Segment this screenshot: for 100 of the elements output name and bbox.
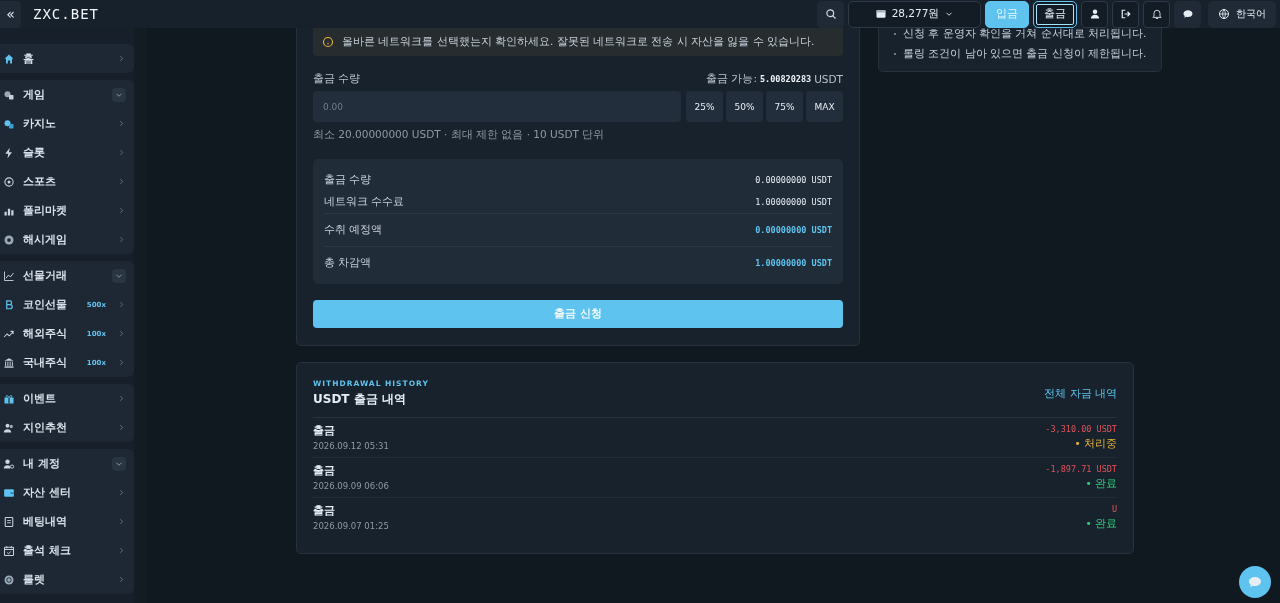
chat-bubble-icon [1247,574,1263,590]
logout-button[interactable] [1112,0,1139,28]
chat-bubble-icon [1181,8,1194,20]
notice-text: 신청 후 운영자 확인을 거쳐 순서대로 처리됩니다. [903,26,1147,41]
warning-text: 올바른 네트워크를 선택했는지 확인하세요. 잘못된 네트워크로 전송 시 자산을 잃을 수 있습니다. [342,35,815,49]
summary-value: 1.00000000 USDT [755,258,832,268]
withdraw-button[interactable]: 출금 [1033,0,1077,28]
history-status: • 처리중 [1073,437,1117,451]
chevron-right-icon [117,148,126,157]
chevron-right-icon [117,575,126,584]
field-label: 출금 수량 [313,72,361,86]
summary-value: 1.00000000 USDT [755,197,832,207]
logout-icon [1119,8,1132,20]
limit-hint: 최소 20.00000000 USDT · 최대 제한 없음 · 10 USDT 단위 [313,128,606,142]
summary-label: 총 차감액 [324,256,372,270]
summary-value: 0.00000000 USDT [755,225,832,235]
summary-label: 출금 수량 [324,173,372,187]
sidebar-item[interactable]: 출석 체크 [0,536,134,565]
calendar-check-icon [3,544,15,557]
chat-fab-button[interactable] [1239,566,1271,598]
sidebar-item[interactable]: 폴리마켓 [0,196,134,225]
history-amount: -1,897.71 USDT [1045,464,1117,474]
history-date: 2026.09.12 05:31 [313,441,389,451]
balance-dropdown[interactable]: 28,277원 [848,0,981,28]
sidebar-item[interactable]: 스포츠 [0,167,134,196]
chevron-right-icon [117,300,126,309]
sidebar-item[interactable]: 베팅내역 [0,507,134,536]
sidebar-section[interactable]: 선물거래 [0,261,134,290]
summary-label: 네트워크 수수료 [324,195,405,209]
chevron-right-icon [117,488,126,497]
document-icon [3,515,15,528]
chevron-right-icon [117,119,126,128]
site-logo[interactable]: ZXC.BET [33,6,99,22]
sidebar-item[interactable]: 자산 센터 [0,478,134,507]
chevron-right-icon [117,517,126,526]
collapse-button[interactable]: « [0,0,21,28]
all-history-link[interactable]: 전체 자금 내역 [1044,386,1117,401]
amount-input[interactable]: 0.00 [313,91,681,122]
section-title: USDT 출금 내역 [313,391,407,408]
coins-icon [3,117,15,130]
available-value: 5.00820283 [759,74,812,84]
chevron-right-icon [117,177,126,186]
sidebar-item[interactable]: 카지노 [0,109,134,138]
notification-button[interactable] [1143,0,1170,28]
summary-label: 수취 예정액 [324,223,383,237]
expand-toggle[interactable] [112,456,126,471]
chevron-right-icon [117,206,126,215]
history-amount: U [1110,504,1117,514]
sidebar-item[interactable]: 해시게임 [0,225,134,254]
coins-icon [3,88,15,101]
quick-amount-button[interactable]: 50% [726,91,763,122]
sidebar-item[interactable]: 룰렛 [0,565,134,594]
chevron-right-icon [117,423,126,432]
user-icon [1088,8,1101,20]
sidebar-item[interactable]: 홈 [0,44,134,73]
bell-icon [1150,8,1163,20]
sidebar-section[interactable]: 내 계정 [0,449,134,478]
available-unit: USDT [814,73,843,85]
history-date: 2026.09.07 01:25 [313,521,389,531]
sidebar-item[interactable]: 지인추천 [0,413,134,442]
search-icon [824,8,837,20]
history-status: • 완료 [1084,477,1117,491]
wallet-icon [874,8,887,20]
quick-amount-button[interactable]: 25% [686,91,723,122]
user-gear-icon [3,457,15,470]
bitcoin-icon [3,298,15,311]
sidebar-item[interactable]: 이벤트 [0,384,134,413]
available-label: 출금 가능: [706,72,757,86]
ball-icon [3,175,15,188]
wallet-icon [3,486,15,499]
expand-toggle[interactable] [112,87,126,102]
line-chart-icon [3,269,15,282]
bank-icon [3,356,15,369]
history-status: • 완료 [1085,517,1117,531]
chat-button[interactable] [1174,0,1201,28]
history-type: 출금 [313,464,336,478]
expand-toggle[interactable] [112,268,126,283]
chevron-right-icon [117,358,126,367]
users-icon [3,421,15,434]
language-button[interactable]: 한국어 [1208,0,1276,28]
search-button[interactable] [817,0,844,28]
quick-amount-button[interactable]: MAX [806,91,843,122]
lightning-icon [3,146,15,159]
chevron-right-icon [117,329,126,338]
history-amount: -3,310.00 USDT [1045,424,1117,434]
wheel-icon [3,573,15,586]
sidebar-item[interactable]: 슬롯 [0,138,134,167]
globe-icon [1218,8,1230,20]
history-type: 출금 [313,504,336,518]
history-type: 출금 [313,424,336,438]
gift-icon [3,392,15,405]
history-date: 2026.09.09 06:06 [313,481,389,491]
profile-button[interactable] [1081,0,1108,28]
warning-icon [322,36,334,48]
quick-amount-button[interactable]: 75% [766,91,803,122]
chevron-right-icon [117,394,126,403]
notice-text: 롤링 조건이 남아 있으면 출금 신청이 제한됩니다. [903,46,1147,61]
chevron-right-icon [117,546,126,555]
home-icon [3,52,15,65]
sidebar-section[interactable]: 게임 [0,80,134,109]
